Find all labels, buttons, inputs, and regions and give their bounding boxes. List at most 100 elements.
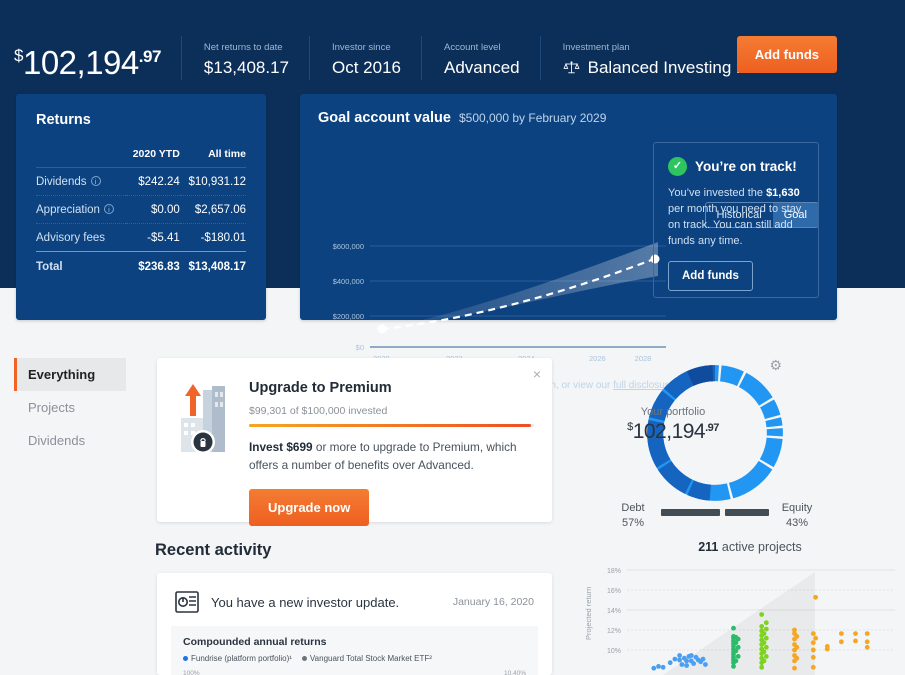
- stat-investor-since: Investor since Oct 2016: [309, 36, 401, 80]
- scatter-point: [794, 644, 800, 650]
- scatter-point: [864, 631, 870, 636]
- row-value-ytd: $242.24: [125, 167, 180, 196]
- table-row: Dividends i $242.24 $10,931.12: [36, 167, 246, 196]
- close-icon[interactable]: ×: [533, 366, 541, 382]
- upgrade-description: Invest $699 or more to upgrade to Premiu…: [249, 440, 517, 473]
- goal-account-value-card: Goal account value $500,000 by February …: [300, 94, 837, 391]
- scatter-point: [810, 640, 816, 646]
- y-tick-12: 12%: [607, 628, 621, 635]
- on-track-body: You’ve invested the $1,630 per month you…: [668, 187, 802, 247]
- stat-value: Advanced: [444, 58, 520, 77]
- upgrade-now-button[interactable]: Upgrade now: [249, 488, 370, 526]
- sidebar-item-projects[interactable]: Projects: [14, 391, 126, 424]
- debt-bar: [661, 509, 720, 516]
- y-tick-600k: $600,000: [333, 242, 364, 251]
- scatter-point: [839, 639, 844, 645]
- y-tick-14: 14%: [607, 608, 621, 615]
- scatter-point: [864, 639, 870, 645]
- scatter-point: [792, 627, 797, 633]
- sidebar-item-everything[interactable]: Everything: [14, 358, 126, 391]
- stat-net-returns: Net returns to date $13,408.17: [180, 36, 289, 80]
- add-funds-button[interactable]: Add funds: [736, 36, 837, 73]
- scatter-point: [794, 655, 800, 661]
- y-axis-label: Projected return: [584, 587, 593, 640]
- stat-value: Oct 2016: [332, 58, 401, 77]
- goal-title: Goal account value: [318, 110, 451, 126]
- embedded-axis-right: 10.40%: [503, 670, 526, 675]
- embedded-chart-legend: Fundrise (platform portfolio)¹ Vanguard …: [183, 654, 526, 663]
- progress-fill: [249, 424, 532, 427]
- scatter-point: [810, 664, 816, 670]
- content-sidebar: Everything Projects Dividends: [14, 358, 126, 457]
- recent-activity-title: Recent activity: [155, 541, 272, 559]
- scatter-point: [733, 658, 739, 664]
- goal-projection-chart: $600,000 $400,000 $200,000 $0 2020 2022 …: [333, 242, 666, 363]
- active-projects-widget: 211 active projects 18% 16% 14% 12% 10% …: [575, 540, 905, 675]
- portfolio-value: $102,194.97: [627, 420, 719, 443]
- on-track-add-funds-button[interactable]: Add funds: [668, 260, 753, 291]
- stat-investment-plan: Investment plan Balanced Investing Plus: [539, 36, 769, 80]
- info-icon[interactable]: i: [90, 176, 101, 186]
- upgrade-progress-bar: [249, 424, 534, 427]
- scatter-point: [759, 624, 765, 629]
- y-tick-0: $0: [356, 343, 364, 352]
- scatter-point: [677, 657, 682, 663]
- scatter-point: [813, 594, 818, 600]
- recent-activity-card[interactable]: You have a new investor update. January …: [157, 573, 552, 675]
- stat-account-level: Account level Advanced: [421, 36, 520, 80]
- legend-vanguard: Vanguard Total Stock Market ETF²: [301, 654, 432, 663]
- y-tick-400k: $400,000: [333, 277, 364, 286]
- start-point-marker: [377, 324, 387, 334]
- equity-percent: 43%: [785, 517, 809, 529]
- row-value-alltime: $2,657.06: [179, 195, 246, 224]
- info-icon[interactable]: i: [103, 204, 114, 214]
- scatter-point: [759, 664, 765, 670]
- goal-subtitle: $500,000 by February 2029: [458, 111, 607, 125]
- scatter-point: [763, 626, 769, 632]
- allocation-bars: [656, 502, 774, 516]
- returns-title: Returns: [36, 112, 91, 128]
- scatter-point: [810, 654, 816, 660]
- embedded-axis-left: 100%: [183, 670, 200, 675]
- y-tick-200k: $200,000: [333, 312, 364, 321]
- row-value-alltime: -$180.01: [179, 223, 246, 252]
- upgrade-title: Upgrade to Premium: [249, 380, 392, 396]
- total-ytd: $236.83: [125, 251, 180, 280]
- scatter-point: [792, 665, 797, 671]
- table-row: Appreciation i $0.00 $2,657.06: [36, 195, 246, 224]
- row-value-ytd: $0.00: [125, 195, 180, 224]
- equity-legend: Equity 43%: [774, 502, 820, 529]
- scatter-point: [672, 656, 678, 662]
- legend-fundrise: Fundrise (platform portfolio)¹: [183, 654, 292, 663]
- scatter-point: [853, 631, 858, 636]
- balance-currency: $: [14, 46, 23, 65]
- scatter-point: [763, 635, 769, 641]
- scatter-point: [731, 625, 736, 631]
- sidebar-item-dividends[interactable]: Dividends: [14, 424, 126, 457]
- total-alltime: $13,408.17: [179, 251, 246, 280]
- on-track-heading: You’re on track!: [695, 159, 797, 174]
- project-count: 211: [698, 540, 719, 554]
- on-track-panel: ✓ You’re on track! You’ve invested the $…: [653, 142, 819, 298]
- scatter-point: [735, 636, 741, 642]
- scatter-point: [735, 644, 741, 650]
- table-row-total: Total $236.83 $13,408.17: [36, 251, 246, 280]
- balance-whole: 102,194: [22, 44, 139, 81]
- returns-card: Returns 2020 YTD All time Dividends i $24…: [16, 94, 266, 320]
- debt-legend: Debt 57%: [610, 502, 656, 529]
- legend-dot-blue: [183, 656, 188, 661]
- row-value-alltime: $10,931.12: [179, 167, 246, 196]
- scatter-point: [824, 644, 830, 649]
- stat-value: $13,408.17: [203, 58, 289, 77]
- scatter-point: [691, 661, 696, 666]
- scatter-point: [763, 644, 769, 650]
- total-label: Total: [36, 251, 126, 280]
- equity-bar: [724, 509, 769, 516]
- row-label: Advisory fees: [36, 223, 126, 252]
- scatter-point: [684, 663, 689, 668]
- scatter-point: [667, 660, 673, 666]
- upgrade-progress-text: $99,301 of $100,000 invested: [249, 405, 388, 417]
- scatter-point: [794, 634, 800, 639]
- column-header-alltime: All time: [179, 148, 246, 168]
- donut-center-text: Your portfolio $102,194.97: [600, 406, 746, 444]
